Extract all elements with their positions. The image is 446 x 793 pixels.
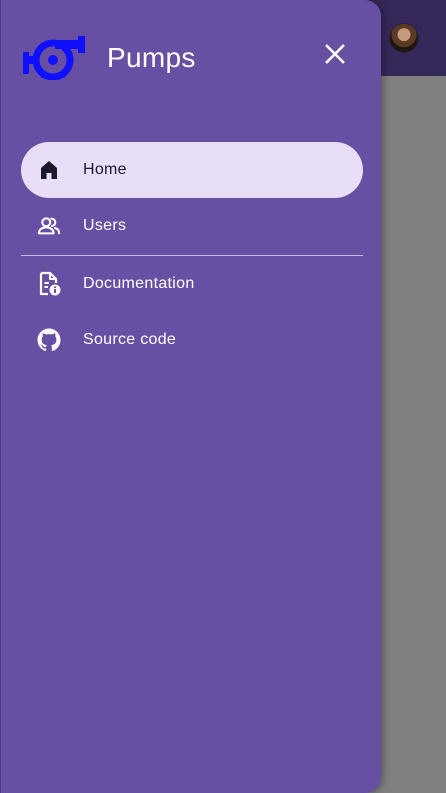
drawer-nav: Home Users Documentation Source code — [21, 142, 363, 368]
github-icon — [37, 328, 61, 352]
app-title: Pumps — [107, 42, 196, 73]
close-icon — [324, 43, 346, 70]
nav-item-label: Users — [83, 217, 127, 234]
nav-item-label: Home — [83, 161, 127, 178]
nav-item-users[interactable]: Users — [21, 198, 363, 254]
users-icon — [37, 214, 61, 238]
document-info-icon — [37, 271, 61, 296]
nav-item-label: Source code — [83, 331, 177, 348]
home-icon — [37, 158, 61, 182]
drawer-header: Pumps — [1, 0, 382, 116]
pump-logo-icon — [23, 34, 87, 81]
close-drawer-button[interactable] — [319, 40, 351, 72]
nav-item-documentation[interactable]: Documentation — [21, 256, 363, 312]
navigation-drawer: Pumps Home Users Documentation Source co… — [0, 0, 381, 793]
nav-item-home[interactable]: Home — [21, 142, 363, 198]
nav-item-label: Documentation — [83, 275, 195, 292]
nav-item-source-code[interactable]: Source code — [21, 312, 363, 368]
app-root: Pumps Home Users Documentation Source co… — [0, 0, 446, 793]
